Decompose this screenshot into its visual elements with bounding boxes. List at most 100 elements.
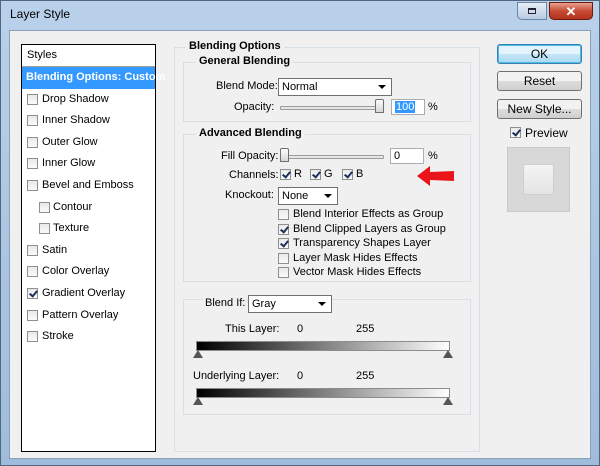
this-layer-label: This Layer: bbox=[225, 323, 280, 335]
close-button[interactable]: ✕ bbox=[549, 2, 593, 20]
blending-options-title: Blending Options bbox=[186, 40, 284, 52]
style-item-color-overlay[interactable]: Color Overlay bbox=[22, 261, 155, 283]
this-layer-min: 0 bbox=[297, 323, 304, 335]
style-item-label: Contour bbox=[53, 200, 93, 213]
stroke-checkbox[interactable] bbox=[27, 331, 38, 343]
underlying-layer-black-slider[interactable] bbox=[193, 397, 203, 405]
fill-opacity-unit: % bbox=[428, 150, 438, 162]
knockout-select[interactable]: None bbox=[278, 187, 338, 205]
style-item-bevel-emboss[interactable]: Bevel and Emboss bbox=[22, 175, 155, 197]
pattern-overlay-checkbox[interactable] bbox=[27, 309, 38, 321]
style-item-gradient-overlay[interactable]: Gradient Overlay bbox=[22, 283, 155, 305]
red-arrow-annotation-icon bbox=[417, 166, 454, 186]
styles-list: Styles Blending Options: Custom Drop Sha… bbox=[21, 44, 165, 452]
this-layer-gradient-ramp bbox=[196, 341, 450, 351]
layer-mask-hides-checkbox[interactable] bbox=[278, 253, 289, 264]
fill-opacity-label: Fill Opacity: bbox=[221, 150, 279, 162]
style-item-label: Drop Shadow bbox=[42, 92, 109, 105]
blend-if-select[interactable]: Gray bbox=[248, 295, 332, 313]
style-item-label: Color Overlay bbox=[42, 265, 110, 278]
style-item-label: Gradient Overlay bbox=[42, 286, 126, 299]
inner-shadow-checkbox[interactable] bbox=[27, 115, 38, 127]
opacity-input[interactable]: 100 bbox=[391, 99, 425, 115]
this-layer-max: 255 bbox=[356, 323, 375, 335]
ok-button[interactable]: OK bbox=[497, 44, 582, 64]
opacity-slider-track[interactable] bbox=[280, 106, 384, 110]
this-layer-black-slider[interactable] bbox=[193, 350, 203, 358]
style-item-label: Bevel and Emboss bbox=[42, 178, 134, 191]
new-style-button[interactable]: New Style... bbox=[497, 99, 582, 119]
styles-list-header[interactable]: Styles bbox=[22, 45, 155, 67]
opacity-label: Opacity: bbox=[234, 101, 275, 113]
satin-checkbox[interactable] bbox=[27, 244, 38, 256]
blend-clipped-layers-checkbox[interactable] bbox=[278, 224, 289, 235]
title-bar[interactable]: Layer Style ✕ bbox=[1, 1, 599, 27]
vector-mask-hides-label: Vector Mask Hides Effects bbox=[293, 266, 422, 278]
style-item-pattern-overlay[interactable]: Pattern Overlay bbox=[22, 305, 155, 327]
fill-opacity-input[interactable]: 0 bbox=[390, 148, 424, 164]
style-item-label: Blending Options: Custom bbox=[26, 71, 166, 83]
gradient-overlay-checkbox[interactable] bbox=[27, 287, 38, 299]
style-preview-thumbnail bbox=[507, 147, 570, 212]
drop-shadow-checkbox[interactable] bbox=[27, 93, 38, 105]
style-item-label: Satin bbox=[42, 243, 68, 256]
blend-if-label: Blend If: bbox=[203, 297, 248, 309]
channel-b-checkbox[interactable] bbox=[342, 169, 353, 180]
channel-r-label: R bbox=[294, 168, 302, 180]
transparency-shapes-checkbox[interactable] bbox=[278, 238, 289, 249]
blend-mode-select[interactable]: Normal bbox=[278, 78, 392, 96]
reset-button[interactable]: Reset bbox=[497, 71, 582, 91]
fill-opacity-slider-thumb[interactable] bbox=[280, 148, 289, 162]
knockout-label: Knockout: bbox=[225, 189, 274, 201]
fill-opacity-slider-track[interactable] bbox=[280, 155, 384, 159]
layer-mask-hides-label: Layer Mask Hides Effects bbox=[293, 252, 418, 264]
texture-checkbox[interactable] bbox=[39, 223, 50, 235]
layer-style-window: Layer Style ✕ Styles Blending Options: C… bbox=[0, 0, 600, 466]
inner-glow-checkbox[interactable] bbox=[27, 158, 38, 170]
blend-interior-effects-checkbox[interactable] bbox=[278, 209, 289, 220]
channel-g-label: G bbox=[324, 168, 333, 180]
style-item-satin[interactable]: Satin bbox=[22, 240, 155, 262]
underlying-layer-white-slider[interactable] bbox=[443, 397, 453, 405]
style-item-contour[interactable]: Contour bbox=[22, 197, 155, 219]
blend-mode-label: Blend Mode: bbox=[216, 80, 278, 92]
underlying-layer-max: 255 bbox=[356, 370, 375, 382]
channel-r-checkbox[interactable] bbox=[280, 169, 291, 180]
channel-g-checkbox[interactable] bbox=[310, 169, 321, 180]
general-blending-title: General Blending bbox=[196, 55, 294, 67]
preview-checkbox[interactable] bbox=[510, 127, 521, 138]
style-item-label: Texture bbox=[53, 222, 90, 235]
blend-clipped-layers-label: Blend Clipped Layers as Group bbox=[293, 223, 446, 235]
vector-mask-hides-checkbox[interactable] bbox=[278, 267, 289, 278]
outer-glow-checkbox[interactable] bbox=[27, 136, 38, 148]
style-item-label: Pattern Overlay bbox=[42, 308, 119, 321]
underlying-layer-gradient-ramp bbox=[196, 388, 450, 398]
style-item-texture[interactable]: Texture bbox=[22, 218, 155, 240]
style-item-label: Inner Shadow bbox=[42, 114, 110, 127]
this-layer-white-slider[interactable] bbox=[443, 350, 453, 358]
style-item-inner-glow[interactable]: Inner Glow bbox=[22, 153, 155, 175]
style-item-drop-shadow[interactable]: Drop Shadow bbox=[22, 89, 155, 111]
style-item-inner-shadow[interactable]: Inner Shadow bbox=[22, 110, 155, 132]
dialog-body: Styles Blending Options: Custom Drop Sha… bbox=[9, 30, 591, 459]
blend-interior-effects-label: Blend Interior Effects as Group bbox=[293, 208, 444, 220]
contour-checkbox[interactable] bbox=[39, 201, 50, 213]
bevel-emboss-checkbox[interactable] bbox=[27, 179, 38, 191]
style-item-outer-glow[interactable]: Outer Glow bbox=[22, 132, 155, 154]
close-icon: ✕ bbox=[565, 4, 577, 19]
style-item-label: Inner Glow bbox=[42, 157, 96, 170]
opacity-value: 100 bbox=[395, 101, 416, 113]
style-item-blending-options[interactable]: Blending Options: Custom bbox=[22, 67, 165, 89]
preview-label: Preview bbox=[525, 126, 568, 140]
restore-button[interactable] bbox=[517, 2, 547, 20]
style-item-label: Outer Glow bbox=[42, 135, 98, 148]
color-overlay-checkbox[interactable] bbox=[27, 266, 38, 278]
style-item-label: Stroke bbox=[42, 330, 74, 343]
preview-swatch bbox=[523, 164, 554, 195]
window-title: Layer Style bbox=[10, 7, 71, 21]
underlying-layer-min: 0 bbox=[297, 370, 304, 382]
style-item-stroke[interactable]: Stroke bbox=[22, 326, 155, 348]
channels-label: Channels: bbox=[229, 169, 279, 181]
opacity-slider-thumb[interactable] bbox=[375, 99, 384, 113]
opacity-unit: % bbox=[428, 101, 438, 113]
